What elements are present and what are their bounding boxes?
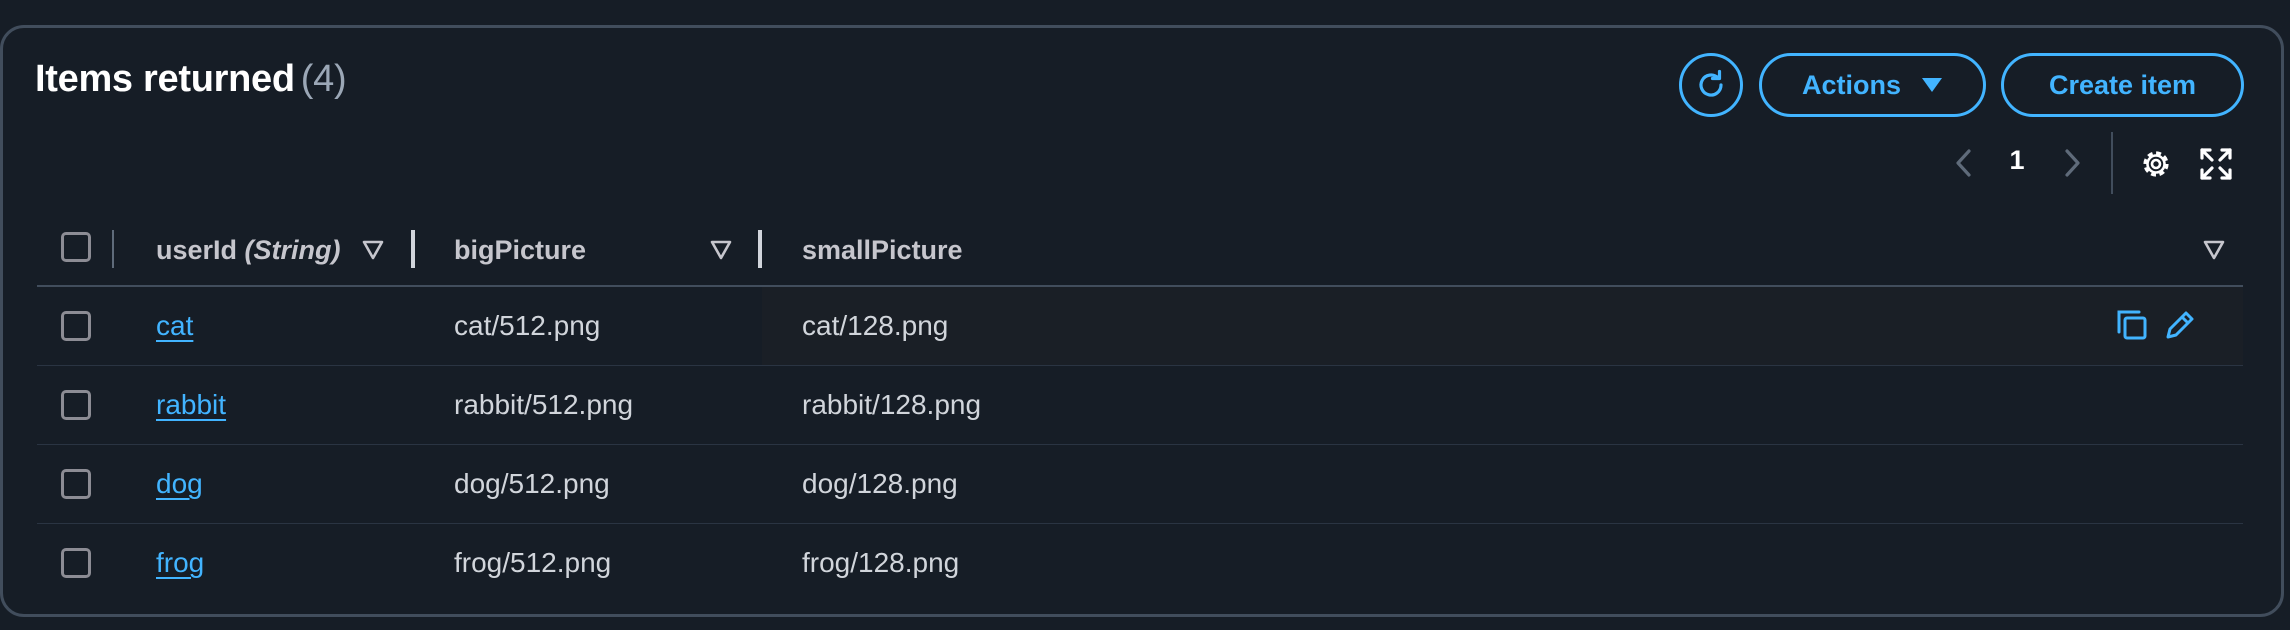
- previous-page-button[interactable]: [1946, 143, 1980, 183]
- title-text: Items returned: [35, 58, 295, 100]
- column-header-userid[interactable]: userId (String): [156, 235, 341, 266]
- refresh-icon: [1699, 69, 1723, 97]
- cell-highlight: [762, 287, 2243, 365]
- item-count: (4): [300, 58, 347, 100]
- actions-button[interactable]: Actions: [1759, 53, 1986, 117]
- smallpicture-cell: cat/128.png: [802, 310, 949, 341]
- row-checkbox[interactable]: [61, 548, 91, 578]
- table-row[interactable]: rabbit rabbit/512.png rabbit/128.png: [37, 366, 2243, 445]
- row-checkbox[interactable]: [61, 390, 91, 420]
- column-header-bigpicture[interactable]: bigPicture: [454, 235, 586, 266]
- bigpicture-cell: dog/512.png: [454, 468, 610, 499]
- smallpicture-cell: dog/128.png: [802, 468, 958, 499]
- sort-down-icon[interactable]: [362, 240, 384, 260]
- preferences-button[interactable]: [2138, 146, 2174, 182]
- expand-icon: [2200, 148, 2232, 180]
- chevron-left-icon: [1956, 149, 1971, 177]
- table-header: userId (String) bigPicture smallPicture: [37, 212, 2243, 287]
- page-title: Items returned (4): [35, 58, 347, 101]
- items-table: userId (String) bigPicture smallPicture …: [37, 212, 2243, 603]
- userid-link[interactable]: cat: [156, 310, 193, 342]
- column-resize-handle[interactable]: [411, 230, 415, 268]
- copy-icon[interactable]: [2114, 307, 2150, 343]
- bigpicture-cell: frog/512.png: [454, 547, 612, 578]
- column-resize-handle[interactable]: [758, 230, 762, 268]
- table-row[interactable]: frog frog/512.png frog/128.png: [37, 524, 2243, 603]
- userid-link[interactable]: dog: [156, 468, 203, 500]
- userid-link[interactable]: rabbit: [156, 389, 226, 421]
- actions-label: Actions: [1801, 69, 1901, 100]
- fullscreen-button[interactable]: [2198, 146, 2234, 182]
- smallpicture-cell: frog/128.png: [802, 547, 960, 578]
- table-row[interactable]: cat cat/512.png cat/128.png: [37, 287, 2243, 366]
- caret-down-icon: [1922, 78, 1942, 92]
- column-divider: [112, 230, 114, 268]
- row-checkbox[interactable]: [61, 469, 91, 499]
- sort-down-icon[interactable]: [2203, 240, 2225, 260]
- toolbar-divider: [2111, 132, 2113, 194]
- column-type-userid: (String): [244, 235, 341, 265]
- column-name-userid: userId: [156, 235, 238, 265]
- create-item-label: Create item: [2048, 69, 2197, 100]
- sort-down-icon[interactable]: [710, 240, 732, 260]
- create-item-button[interactable]: Create item: [2001, 53, 2244, 117]
- row-checkbox[interactable]: [61, 311, 91, 341]
- table-row[interactable]: dog dog/512.png dog/128.png: [37, 445, 2243, 524]
- select-all-checkbox[interactable]: [61, 232, 91, 262]
- userid-link[interactable]: frog: [156, 547, 204, 579]
- edit-icon[interactable]: [2162, 307, 2198, 343]
- column-header-smallpicture[interactable]: smallPicture: [802, 235, 963, 266]
- current-page-number[interactable]: 1: [2002, 145, 2032, 176]
- bigpicture-cell: rabbit/512.png: [454, 389, 634, 420]
- gear-icon: [2143, 151, 2169, 177]
- bigpicture-cell: cat/512.png: [454, 310, 601, 341]
- chevron-right-icon: [2065, 149, 2080, 177]
- refresh-button[interactable]: [1679, 53, 1743, 117]
- smallpicture-cell: rabbit/128.png: [802, 389, 982, 420]
- next-page-button[interactable]: [2056, 143, 2090, 183]
